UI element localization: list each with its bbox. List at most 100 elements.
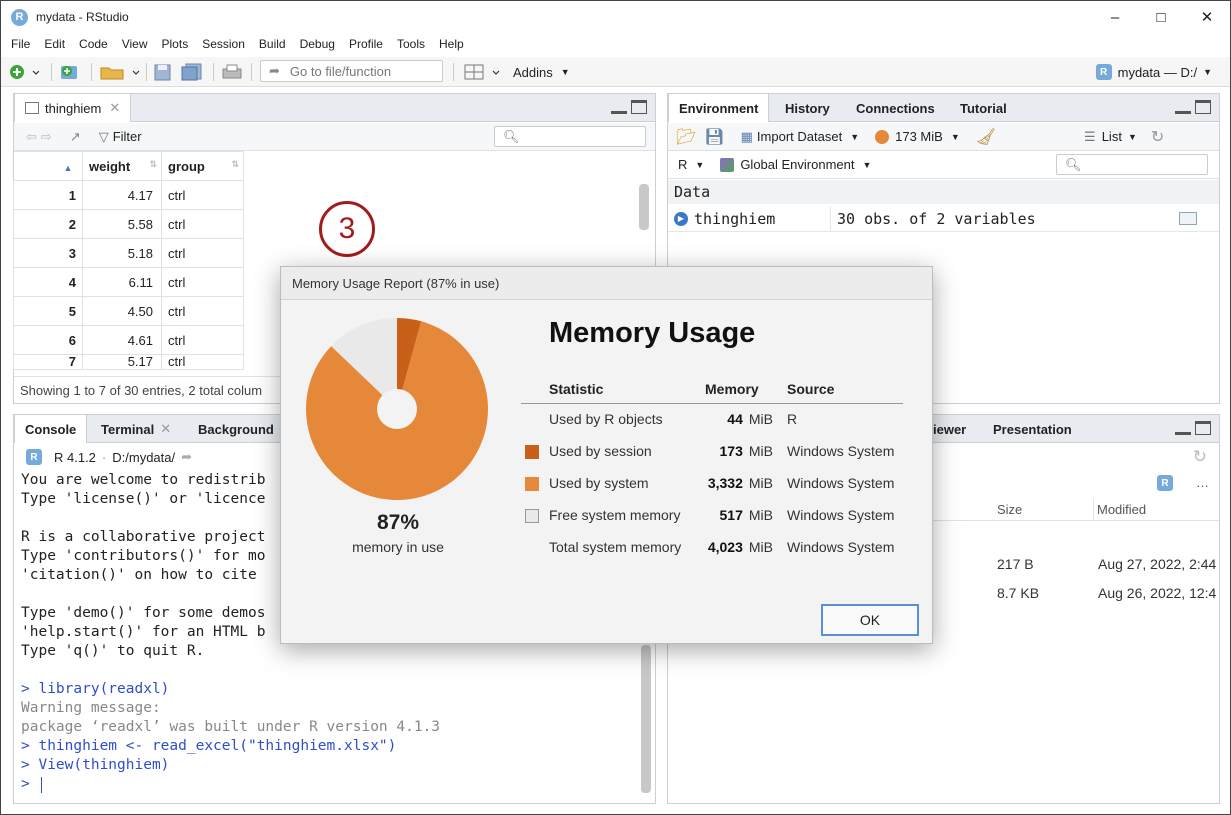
- menu-help[interactable]: Help: [439, 37, 464, 51]
- ok-button[interactable]: OK: [821, 604, 919, 636]
- workspace-panes-icon[interactable]: [463, 57, 503, 87]
- object-name[interactable]: thinghiem: [694, 210, 830, 228]
- popout-icon[interactable]: ↗: [70, 129, 81, 145]
- tab-environment[interactable]: Environment: [668, 94, 770, 122]
- environment-search-input[interactable]: 🔍︎: [1056, 154, 1208, 175]
- scrollbar-thumb[interactable]: [639, 184, 649, 230]
- chevron-down-icon: ▼: [1127, 131, 1137, 142]
- refresh-icon[interactable]: ↻: [1151, 127, 1164, 147]
- language-menu[interactable]: R: [678, 157, 687, 172]
- menu-session[interactable]: Session: [202, 37, 245, 51]
- cell-weight: 5.58: [82, 209, 162, 239]
- file-row[interactable]: 8.7 KB: [997, 585, 1039, 601]
- maximize-button[interactable]: □: [1138, 1, 1184, 33]
- list-view-menu[interactable]: List: [1102, 129, 1122, 144]
- refresh-icon[interactable]: ↻: [1193, 447, 1207, 467]
- menu-tools[interactable]: Tools: [397, 37, 425, 51]
- memory-source: Windows System: [787, 539, 895, 555]
- load-workspace-icon[interactable]: 📂︎: [676, 127, 696, 147]
- import-dataset-menu[interactable]: Import Dataset: [757, 129, 842, 144]
- save-all-icon[interactable]: [181, 57, 205, 87]
- column-header-weight[interactable]: weight ⇅: [82, 151, 162, 181]
- tab-presentation[interactable]: Presentation: [983, 415, 1082, 443]
- more-options-icon[interactable]: …: [1196, 475, 1209, 490]
- environment-scope-menu[interactable]: Global Environment: [740, 157, 854, 172]
- step-marker: 3: [319, 201, 375, 257]
- column-header-size[interactable]: Size: [997, 502, 1022, 517]
- console-scrollbar-thumb[interactable]: [641, 645, 651, 793]
- file-row[interactable]: 217 B: [997, 556, 1034, 572]
- memory-row: Free system memory 517 MiB Windows System: [521, 499, 903, 531]
- memory-value: 517: [719, 507, 743, 523]
- back-icon[interactable]: ⇦: [26, 129, 37, 145]
- tab-tutorial[interactable]: Tutorial: [950, 94, 1017, 122]
- memory-row: Used by session 173 MiB Windows System: [521, 435, 903, 467]
- menu-debug[interactable]: Debug: [300, 37, 335, 51]
- maximize-pane-icon[interactable]: [1195, 421, 1211, 435]
- menu-profile[interactable]: Profile: [349, 37, 383, 51]
- save-workspace-icon[interactable]: 💾︎: [704, 127, 724, 147]
- file-row[interactable]: Aug 26, 2022, 12:4: [1098, 585, 1216, 601]
- print-icon[interactable]: [221, 57, 243, 87]
- close-window-button[interactable]: ✕: [1184, 1, 1230, 33]
- tab-label: thinghiem: [45, 100, 102, 116]
- tab-terminal[interactable]: Terminal ✕: [91, 415, 181, 443]
- column-header-group[interactable]: group ⇅: [161, 151, 244, 181]
- memory-source: R: [787, 411, 798, 428]
- memory-usage-menu[interactable]: 173 MiB: [895, 129, 943, 144]
- menu-edit[interactable]: Edit: [44, 37, 65, 51]
- minimize-pane-icon[interactable]: [1175, 421, 1191, 435]
- project-menu[interactable]: R mydata — D:/ ▼: [1095, 57, 1212, 87]
- console-line: >: [21, 776, 39, 792]
- close-tab-icon[interactable]: ✕: [160, 421, 171, 437]
- expand-object-icon[interactable]: ▶: [674, 211, 688, 226]
- memory-unit: MiB: [748, 475, 773, 491]
- file-size: 8.7 KB: [997, 585, 1040, 601]
- tab-background[interactable]: Background: [188, 415, 284, 443]
- table-row: 5 4.50 ctrl: [13, 296, 244, 326]
- tab-console[interactable]: Console: [14, 415, 88, 443]
- column-header-modified[interactable]: Modified: [1097, 502, 1146, 517]
- addins-menu[interactable]: Addins ▼: [513, 57, 570, 87]
- dialog-title: Memory Usage Report (87% in use): [281, 267, 932, 300]
- cell-group: ctrl: [161, 296, 244, 326]
- data-search-input[interactable]: 🔍︎: [494, 126, 646, 147]
- new-file-icon[interactable]: [9, 57, 39, 87]
- forward-icon[interactable]: ⇨: [41, 129, 52, 145]
- new-project-icon[interactable]: [59, 57, 87, 87]
- go-to-directory-icon[interactable]: ➦: [181, 449, 192, 465]
- menu-code[interactable]: Code: [79, 37, 108, 51]
- filter-label[interactable]: Filter: [113, 129, 142, 144]
- cell-weight: 5.18: [82, 238, 162, 268]
- maximize-pane-icon[interactable]: [1195, 100, 1211, 114]
- filter-icon[interactable]: ▽: [99, 129, 109, 145]
- swatch-cell: [521, 467, 549, 499]
- environment-object-row[interactable]: ▶ thinghiem 30 obs. of 2 variables: [668, 205, 1219, 232]
- close-tab-icon[interactable]: ✕: [109, 100, 120, 116]
- maximize-pane-icon[interactable]: [631, 100, 647, 114]
- tab-history[interactable]: History: [775, 94, 840, 122]
- clear-broom-icon[interactable]: 🧹︎: [976, 127, 996, 147]
- memory-value: 4,023: [707, 539, 743, 555]
- minimize-button[interactable]: –: [1092, 1, 1138, 33]
- swatch-cell: [521, 435, 549, 467]
- tab-thinghiem[interactable]: thinghiem ✕: [14, 94, 132, 122]
- go-to-file-input[interactable]: ➦ Go to file/function: [260, 60, 443, 82]
- goto-placeholder: Go to file/function: [289, 63, 392, 79]
- minimize-pane-icon[interactable]: [1175, 100, 1191, 114]
- menu-file[interactable]: File: [11, 37, 30, 51]
- menu-view[interactable]: View: [122, 37, 148, 51]
- sort-up-icon[interactable]: ▲: [64, 163, 73, 173]
- project-icon[interactable]: R: [1157, 475, 1173, 491]
- r-version: R 4.1.2: [54, 449, 96, 465]
- tab-connections[interactable]: Connections: [846, 94, 945, 122]
- save-icon[interactable]: [153, 57, 173, 87]
- view-table-icon[interactable]: [1179, 212, 1197, 225]
- menu-plots[interactable]: Plots: [162, 37, 189, 51]
- cell-group: ctrl: [161, 354, 244, 370]
- minimize-pane-icon[interactable]: [611, 100, 627, 114]
- open-file-icon[interactable]: [99, 57, 141, 87]
- file-row[interactable]: Aug 27, 2022, 2:44: [1098, 556, 1216, 572]
- menu-build[interactable]: Build: [259, 37, 286, 51]
- console-line: > View(thinghiem): [21, 757, 170, 773]
